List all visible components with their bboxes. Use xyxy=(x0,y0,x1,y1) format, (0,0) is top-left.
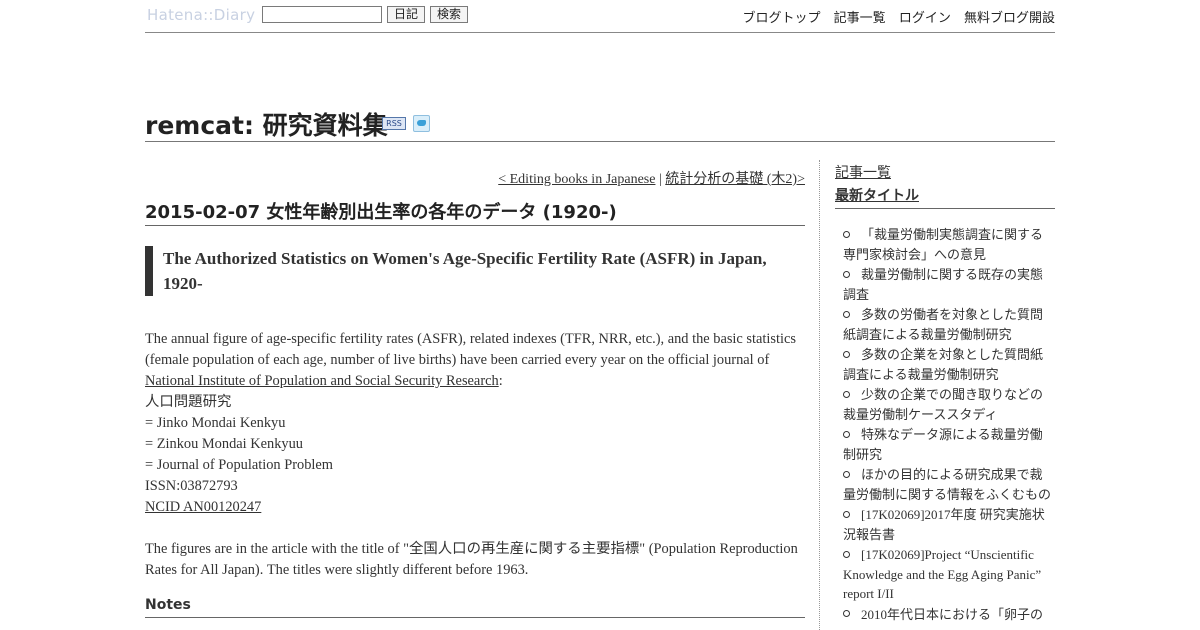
circle-bullet-icon xyxy=(843,390,850,398)
paragraph-intro-text: The annual figure of age-specific fertil… xyxy=(145,331,796,368)
next-entry-link[interactable]: 統計分析の基礎 (木2)> xyxy=(665,172,805,187)
entry-body: The annual figure of age-specific fertil… xyxy=(145,329,805,581)
journal-line: = Journal of Population Problem xyxy=(145,457,333,473)
ncid-link[interactable]: NCID AN00120247 xyxy=(145,499,261,515)
list-item[interactable]: [17K02069]Project “Unscientific Knowledg… xyxy=(843,545,1055,604)
circle-bullet-icon xyxy=(843,510,850,518)
sidebar-divider xyxy=(819,160,820,630)
recent-title-text[interactable]: 多数の企業を対象とした質問紙調査による裁量労働制研究 xyxy=(843,347,1043,382)
recent-title-text[interactable]: 特殊なデータ源による裁量労働制研究 xyxy=(843,427,1043,462)
top-links: ブログトップ 記事一覧 ログイン 無料ブログ開設 xyxy=(734,7,1055,26)
colon-text: : xyxy=(498,373,503,389)
circle-bullet-icon xyxy=(843,550,850,558)
section-title: The Authorized Statistics on Women's Age… xyxy=(145,246,805,296)
open-free-blog-link[interactable]: 無料ブログ開設 xyxy=(964,11,1055,26)
list-item[interactable]: 「裁量労働制実態調査に関する専門家検討会」への意見 xyxy=(843,225,1055,264)
list-item[interactable]: [17K02069]2017年度 研究実施状況報告書 xyxy=(843,505,1055,544)
recent-title-text[interactable]: [17K02069]Project “Unscientific Knowledg… xyxy=(843,547,1041,601)
rss-icon[interactable]: RSS xyxy=(382,117,406,130)
circle-bullet-icon xyxy=(843,430,850,438)
list-item[interactable]: 特殊なデータ源による裁量労働制研究 xyxy=(843,425,1055,464)
paragraph-intro: The annual figure of age-specific fertil… xyxy=(145,329,805,392)
article-list-link[interactable]: 記事一覧 xyxy=(834,11,886,26)
blog-title[interactable]: remcat: 研究資料集 xyxy=(145,106,388,142)
journal-line: 人口問題研究 xyxy=(145,394,232,410)
circle-bullet-icon xyxy=(843,470,850,478)
sidebar: 記事一覧 最新タイトル 「裁量労働制実態調査に関する専門家検討会」への意見 裁量… xyxy=(835,160,1055,625)
sidebar-article-list-link[interactable]: 記事一覧 xyxy=(835,165,891,181)
diary-button[interactable]: 日記 xyxy=(387,6,425,23)
day-title[interactable]: 2015-02-07 女性年齢別出生率の各年のデータ (1920-) xyxy=(145,196,805,226)
top-bar: Hatena::Diary 日記 検索 ブログトップ 記事一覧 ログイン 無料ブ… xyxy=(145,0,1055,33)
login-link[interactable]: ログイン xyxy=(899,11,951,26)
blog-header: remcat: 研究資料集 RSS xyxy=(145,104,1055,142)
list-item[interactable]: 多数の企業を対象とした質問紙調査による裁量労働制研究 xyxy=(843,345,1055,384)
prev-next-nav: < Editing books in Japanese | 統計分析の基礎 (木… xyxy=(145,168,805,188)
recent-title-text[interactable]: 「裁量労働制実態調査に関する専門家検討会」への意見 xyxy=(843,227,1043,262)
twitter-icon[interactable] xyxy=(413,115,430,132)
recent-title-text[interactable]: 少数の企業での聞き取りなどの裁量労働制ケーススタディ xyxy=(843,387,1043,422)
notes-heading: Notes xyxy=(145,597,805,618)
recent-title-text[interactable]: 裁量労働制に関する既存の実態調査 xyxy=(843,267,1043,302)
journal-line: = Jinko Mondai Kenkyu xyxy=(145,415,286,431)
journal-line: = Zinkou Mondai Kenkyuu xyxy=(145,436,304,452)
hatena-diary-logo[interactable]: Hatena::Diary xyxy=(147,6,255,24)
circle-bullet-icon xyxy=(843,350,850,358)
recent-titles-heading[interactable]: 最新タイトル xyxy=(835,185,1055,209)
list-item[interactable]: 2010年代日本における「卵子の xyxy=(843,605,1055,625)
circle-bullet-icon xyxy=(843,230,850,238)
main-content: < Editing books in Japanese | 統計分析の基礎 (木… xyxy=(145,160,805,618)
recent-title-text[interactable]: ほかの目的による研究成果で裁量労働制に関する情報をふくむもの xyxy=(843,467,1051,502)
list-item[interactable]: 多数の労働者を対象とした質問紙調査による裁量労働制研究 xyxy=(843,305,1055,344)
recent-title-text[interactable]: 多数の労働者を対象とした質問紙調査による裁量労働制研究 xyxy=(843,307,1043,342)
search-button[interactable]: 検索 xyxy=(430,6,468,23)
ipss-link[interactable]: National Institute of Population and Soc… xyxy=(145,373,499,389)
nav-separator: | xyxy=(658,172,662,187)
prev-entry-link[interactable]: < Editing books in Japanese xyxy=(498,172,655,187)
recent-title-text[interactable]: [17K02069]2017年度 研究実施状況報告書 xyxy=(843,507,1045,542)
list-item[interactable]: 裁量労働制に関する既存の実態調査 xyxy=(843,265,1055,304)
circle-bullet-icon xyxy=(843,310,850,318)
list-item[interactable]: 少数の企業での聞き取りなどの裁量労働制ケーススタディ xyxy=(843,385,1055,424)
list-item[interactable]: ほかの目的による研究成果で裁量労働制に関する情報をふくむもの xyxy=(843,465,1055,504)
circle-bullet-icon xyxy=(843,270,850,278)
issn-line: ISSN:03872793 xyxy=(145,478,238,494)
paragraph-figures: The figures are in the article with the … xyxy=(145,541,798,578)
recent-titles-list: 「裁量労働制実態調査に関する専門家検討会」への意見 裁量労働制に関する既存の実態… xyxy=(843,225,1055,624)
search-input[interactable] xyxy=(262,6,382,23)
blog-top-link[interactable]: ブログトップ xyxy=(743,11,821,26)
circle-bullet-icon xyxy=(843,610,850,618)
recent-title-text[interactable]: 2010年代日本における「卵子の xyxy=(861,607,1043,622)
